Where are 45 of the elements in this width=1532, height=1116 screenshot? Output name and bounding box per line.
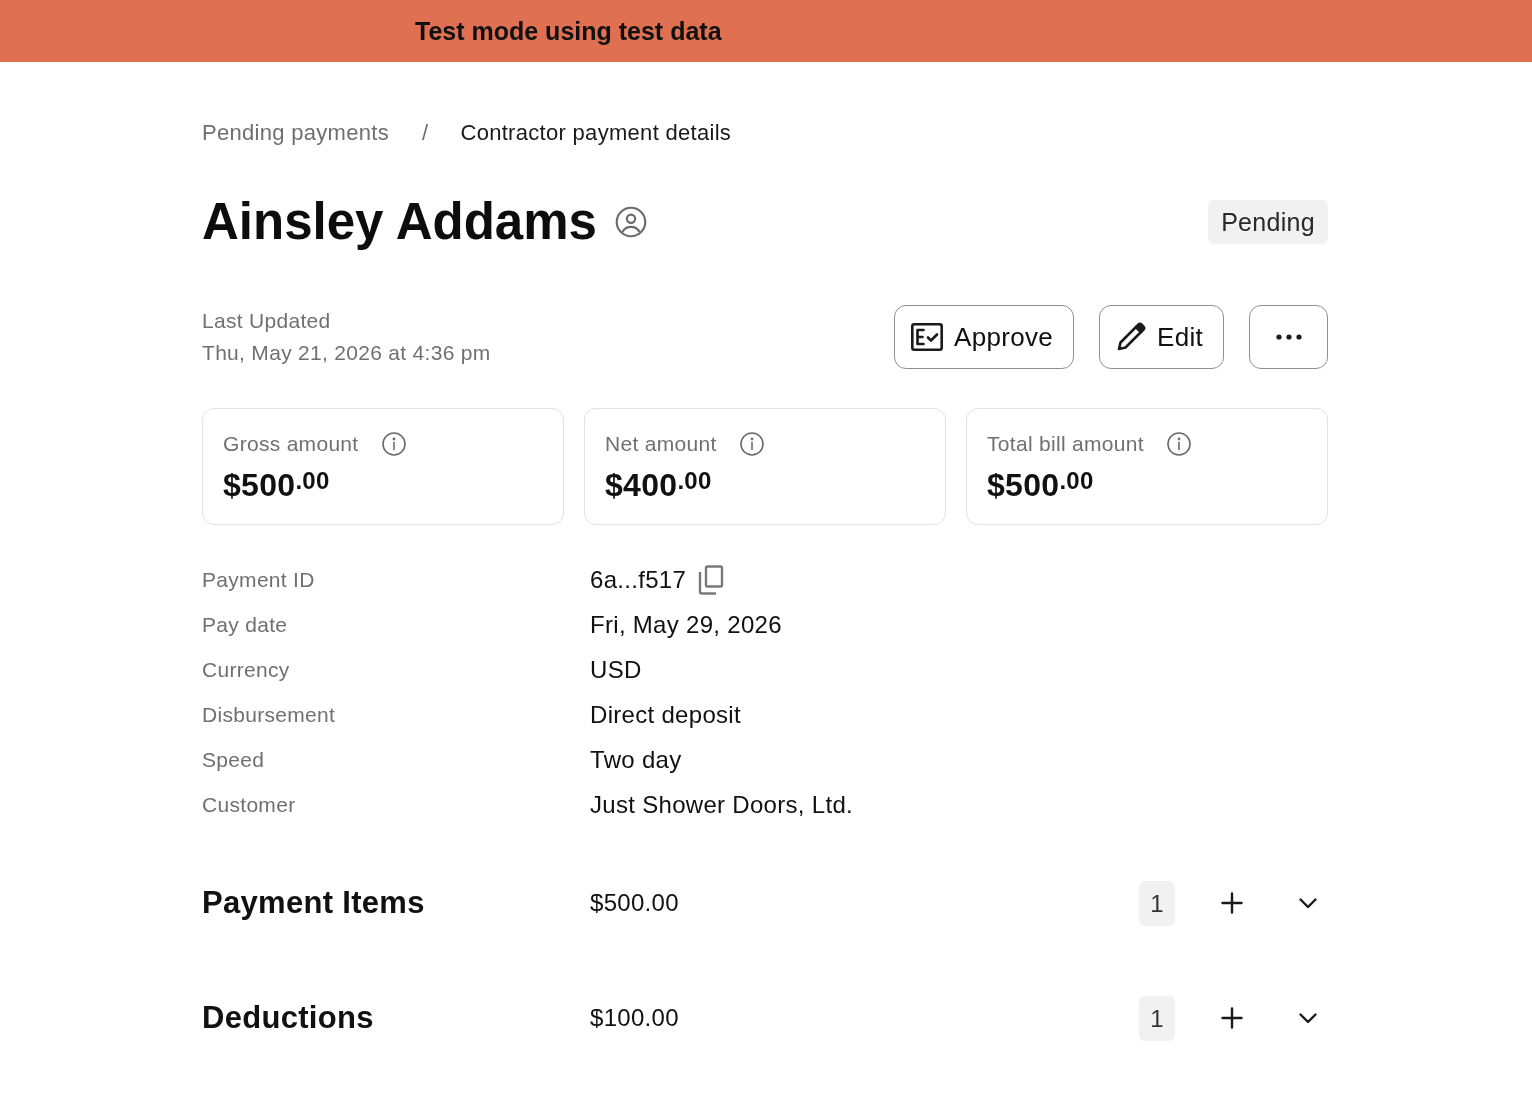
breadcrumb-current: Contractor payment details: [460, 120, 732, 146]
breadcrumb-separator: /: [422, 120, 429, 146]
section-total: $100.00: [590, 1004, 679, 1032]
detail-label: Pay date: [202, 612, 289, 637]
edit-button[interactable]: Edit: [1099, 305, 1224, 369]
breadcrumb-link[interactable]: Pending payments: [202, 120, 390, 146]
section-title: Payment Items: [202, 885, 426, 921]
amount-value: $500$^{.00}$: [987, 465, 1094, 505]
detail-value: Just Shower Doors, Ltd.: [590, 790, 853, 819]
amount-label: Net amount: [605, 432, 717, 456]
amount-value: $500$^{.00}$: [223, 465, 330, 505]
info-icon[interactable]: [381, 432, 406, 456]
detail-value: Two day: [590, 745, 682, 774]
section-total: $500.00: [590, 889, 679, 917]
detail-label: Currency: [202, 657, 291, 682]
amount-label: Gross amount: [223, 432, 359, 456]
copy-icon[interactable]: [698, 564, 725, 595]
banner-text: Test mode using test data: [415, 16, 722, 46]
info-icon[interactable]: [1166, 432, 1191, 456]
amount-value: $400$^{.00}$: [605, 465, 712, 505]
detail-label: Disbursement: [202, 702, 337, 727]
info-icon[interactable]: [739, 432, 764, 456]
detail-label: Payment ID: [202, 567, 316, 592]
user-circle-icon: [614, 206, 647, 238]
checklist-icon: [911, 323, 944, 351]
detail-value: Direct deposit: [590, 700, 741, 729]
plus-icon: [1221, 892, 1243, 914]
approve-button[interactable]: Approve: [894, 305, 1074, 369]
pencil-icon: [1116, 322, 1146, 352]
detail-value: USD: [590, 655, 642, 684]
last-updated-date: Thu, May 21, 2026 at 4:36 pm: [202, 340, 491, 366]
item-count: 1: [1139, 880, 1175, 926]
detail-value: Fri, May 29, 2026: [590, 610, 782, 639]
item-count: 1: [1139, 995, 1175, 1041]
amount-label: Total bill amount: [987, 432, 1144, 456]
detail-label: Customer: [202, 792, 297, 817]
detail-label: Speed: [202, 747, 266, 772]
status-badge: Pending: [1208, 200, 1328, 244]
page-title: Ainsley Addams: [202, 192, 597, 252]
plus-icon: [1221, 1007, 1243, 1029]
detail-value: 6a...f517: [590, 565, 687, 594]
more-button[interactable]: [1249, 305, 1328, 369]
more-dots-icon: [1275, 334, 1302, 340]
section-title: Deductions: [202, 1000, 375, 1036]
last-updated-label: Last Updated: [202, 308, 331, 334]
